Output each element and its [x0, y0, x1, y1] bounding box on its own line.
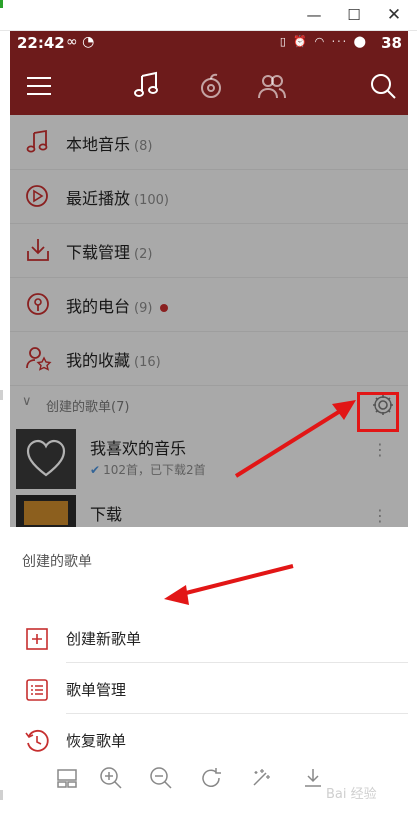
history-icon	[25, 729, 49, 752]
divider	[66, 713, 408, 714]
minimize-button[interactable]: —	[300, 4, 328, 26]
download-tool-icon[interactable]	[300, 765, 326, 791]
sheet-item-label: 创建新歌单	[66, 630, 142, 648]
search-icon[interactable]	[368, 71, 398, 101]
music-icon[interactable]	[132, 71, 162, 101]
window-edge-strip	[0, 0, 3, 8]
annotation-box	[357, 392, 399, 432]
friends-icon[interactable]	[257, 71, 287, 101]
zoom-in-icon[interactable]	[98, 765, 124, 791]
status-time: 22:42	[17, 34, 65, 52]
status-left-icons: ∞ ◔	[66, 34, 95, 50]
close-button[interactable]: ✕	[380, 4, 408, 26]
rotate-icon[interactable]	[198, 765, 224, 791]
zoom-out-icon[interactable]	[148, 765, 174, 791]
modal-overlay[interactable]	[10, 115, 408, 535]
manage-playlists-button[interactable]: 歌单管理	[10, 664, 408, 714]
phone-screen: 22:42 ∞ ◔ ▯ ⏰ ◠ ⋅⋅⋅ ⬤ 38 本地音乐 (8) 最近播放 (…	[10, 31, 408, 824]
battery-level: 38	[381, 34, 402, 52]
menu-icon[interactable]	[24, 71, 54, 101]
sheet-item-label: 恢复歌单	[66, 732, 127, 750]
radio-icon[interactable]	[196, 71, 226, 101]
list-icon	[26, 679, 48, 701]
window-side-mark	[0, 790, 3, 800]
sheet-title: 创建的歌单	[22, 554, 92, 570]
maximize-button[interactable]: ☐	[340, 4, 368, 26]
sheet-item-label: 歌单管理	[66, 681, 127, 699]
watermark: Bai 经验	[326, 787, 377, 802]
window-titlebar: — ☐ ✕	[0, 0, 417, 31]
layout-icon[interactable]	[54, 765, 80, 791]
divider	[66, 662, 408, 663]
status-bar: 22:42 ∞ ◔ ▯ ⏰ ◠ ⋅⋅⋅ ⬤ 38	[10, 31, 408, 57]
status-right-icons: ▯ ⏰ ◠ ⋅⋅⋅ ⬤	[279, 35, 368, 48]
magic-icon[interactable]	[248, 765, 274, 791]
app-header	[10, 57, 408, 115]
window-side-mark	[0, 390, 3, 400]
create-playlist-button[interactable]: 创建新歌单	[10, 613, 408, 663]
plus-box-icon	[26, 628, 48, 650]
